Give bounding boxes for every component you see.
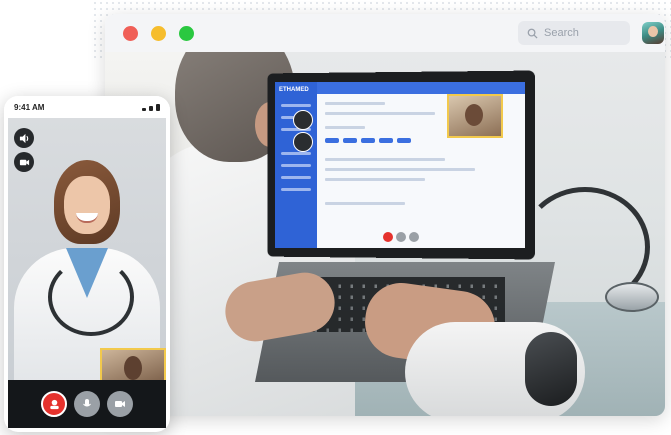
form-line [325, 102, 385, 105]
end-call-icon [49, 399, 59, 409]
form-chip[interactable] [361, 138, 375, 143]
speaker-button[interactable] [14, 128, 34, 148]
camera-button[interactable] [14, 152, 34, 172]
laptop-video-feed [447, 94, 503, 138]
form-chip[interactable] [379, 138, 393, 143]
form-line [325, 202, 405, 205]
form-line [325, 126, 365, 129]
doctor-workspace-photo: ETHAMED [105, 52, 665, 416]
laptop-video-button[interactable] [409, 232, 419, 242]
sidebar-nav-item[interactable] [281, 164, 311, 167]
search-input[interactable]: Search [518, 21, 630, 45]
sidebar-nav-item[interactable] [281, 176, 311, 179]
form-line [325, 112, 435, 115]
end-call-button[interactable] [41, 391, 67, 417]
close-window-button[interactable] [123, 26, 138, 41]
maximize-window-button[interactable] [179, 26, 194, 41]
speaker-icon [19, 133, 28, 143]
doctor-face [64, 176, 110, 234]
form-chip[interactable] [325, 138, 339, 143]
computer-mouse [525, 332, 577, 406]
video-button[interactable] [107, 391, 133, 417]
sidebar-nav-item[interactable] [281, 104, 311, 107]
laptop-app-logo: ETHAMED [279, 87, 309, 93]
avatar[interactable] [642, 22, 664, 44]
minimize-window-button[interactable] [151, 26, 166, 41]
search-placeholder: Search [544, 27, 579, 39]
laptop-app-topbar [317, 82, 525, 94]
camera-icon [19, 159, 29, 165]
laptop-app-sidebar: ETHAMED [275, 82, 317, 248]
sidebar-nav-item[interactable] [281, 188, 311, 191]
mute-button[interactable] [74, 391, 100, 417]
browser-titlebar: Search [105, 14, 665, 53]
form-line [325, 158, 445, 161]
doctor-stethoscope [48, 258, 134, 336]
phone-device: 9:41 AM [4, 96, 170, 432]
laptop-camera-icon[interactable] [293, 132, 313, 152]
phone-status-time: 9:41 AM [14, 103, 45, 112]
laptop-speaker-icon[interactable] [293, 110, 313, 130]
sidebar-nav-item[interactable] [281, 152, 311, 155]
form-line [325, 178, 425, 181]
laptop-mute-button[interactable] [396, 232, 406, 242]
call-controls-bar [8, 380, 166, 428]
laptop-end-call-button[interactable] [383, 232, 393, 242]
video-camera-icon [115, 401, 125, 407]
phone-status-bar: 9:41 AM [4, 96, 170, 118]
microphone-icon [83, 399, 91, 407]
browser-window: Search ETHAMED [105, 14, 665, 416]
laptop-screen: ETHAMED [275, 82, 525, 248]
signal-icon [142, 104, 160, 111]
form-line [325, 168, 475, 171]
form-chip[interactable] [343, 138, 357, 143]
stethoscope-head [605, 282, 659, 312]
search-icon [527, 28, 538, 39]
form-chip[interactable] [397, 138, 411, 143]
